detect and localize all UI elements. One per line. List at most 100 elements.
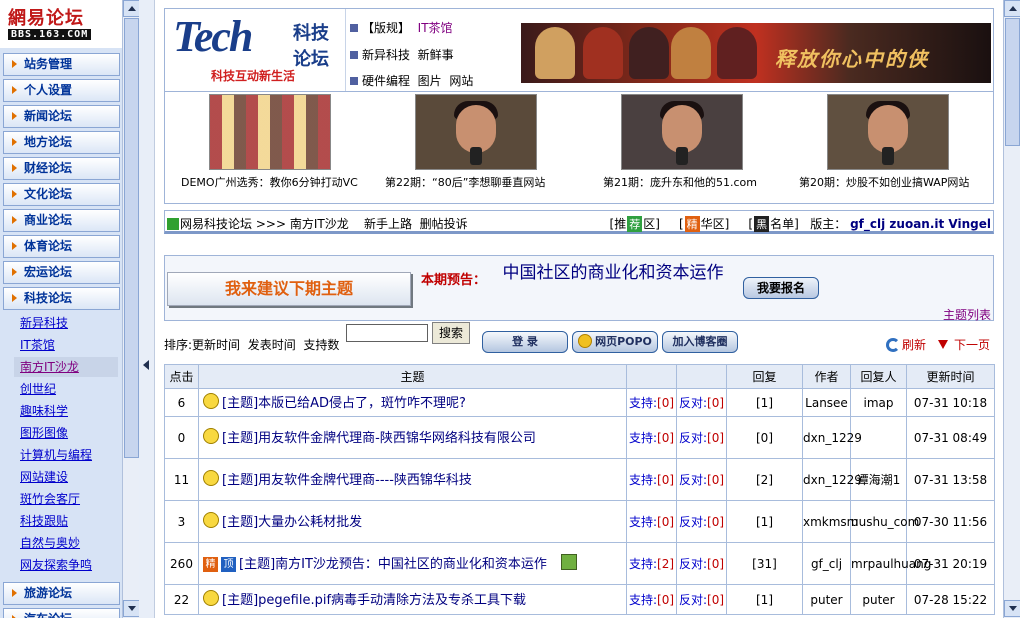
table-row[interactable]: 0 [主题]用友软件金牌代理商-陕西锦华网络科技有限公司 支持:[0] 反对:[0][… [164,416,995,459]
frame-splitter[interactable] [139,0,155,618]
topic-link[interactable]: [主题]用友软件金牌代理商----陕西锦华科技 [222,473,472,488]
sidebar-scroll-thumb[interactable] [124,18,139,458]
sidebar-subforum-link[interactable]: 科技跟贴 [14,511,118,531]
search-input[interactable] [346,324,428,342]
preview-topic[interactable]: 中国社区的商业化和资本运作 [495,262,731,284]
author-cell[interactable]: Lansee [802,388,851,417]
complain-link[interactable]: 删帖投诉 [420,217,468,231]
scroll-down-arrow-icon[interactable] [1004,600,1020,617]
search-button[interactable]: 搜索 [432,322,470,344]
breadcrumb-board[interactable]: 南方IT沙龙 [290,217,349,231]
sort-update-time[interactable]: 更新时间 [192,338,240,352]
signup-button[interactable]: 我要报名 [743,277,819,299]
support-cell[interactable]: 支持:[0] [626,458,677,501]
collapse-left-icon[interactable] [143,360,149,370]
replier-cell[interactable]: puter [850,584,907,615]
topic-list-link[interactable]: 主题列表 [943,306,991,323]
page-scroll-thumb[interactable] [1005,18,1020,146]
table-row[interactable]: 6 [主题]本版已给AD侵占了，斑竹咋不理呢? 支持:[0] 反对:[0] [1] Lan… [164,388,995,417]
support-cell[interactable]: 支持:[2] [626,542,677,585]
oppose-cell[interactable]: 反对:[0] [676,584,727,615]
replier-cell[interactable]: 谭海潮1 [850,458,907,501]
next-page-link[interactable]: 下一页 [938,336,990,353]
sidebar-category[interactable]: 财经论坛 [3,157,120,180]
topic-link[interactable]: [主题]本版已给AD侵占了，斑竹咋不理呢? [222,396,466,411]
netease-forum-logo[interactable]: 網易论坛 BBS.163.COM [0,0,122,48]
oppose-cell[interactable]: 反对:[0] [676,542,727,585]
author-cell[interactable]: gf_clj [802,542,851,585]
sidebar-category[interactable]: 汽车论坛 [3,608,120,618]
topic-link[interactable]: [主题]pegefile.pif病毒手动清除方法及专杀工具下载 [222,593,526,608]
breadcrumb-forum[interactable]: 网易科技论坛 [180,217,252,231]
newbie-link[interactable]: 新手上路 [364,217,412,231]
photo-caption[interactable]: 第20期：炒股不如创业搞WAP网站 [799,174,969,190]
subject-cell[interactable]: [主题]本版已给AD侵占了，斑竹咋不理呢? [198,388,627,417]
topic-link[interactable]: [主题]用友软件金牌代理商-陕西锦华网络科技有限公司 [222,431,536,446]
header-link-row[interactable]: 新异科技 新鲜事 [350,46,454,63]
oppose-cell[interactable]: 反对:[0] [676,500,727,543]
table-row[interactable]: 3 [主题]大量办公耗材批发 支持:[0] 反对:[0] [1] xmkmsm uushu_… [164,500,995,543]
sort-support[interactable]: 支持数 [303,338,339,352]
sidebar-scrollbar[interactable] [122,0,140,618]
sidebar-subforum-link[interactable]: 网站建设 [14,467,118,487]
sidebar-category[interactable]: 文化论坛 [3,183,120,206]
sidebar-subforum-link[interactable]: 网友探索争鸣 [14,555,118,575]
author-cell[interactable]: dxn_1229 [802,458,862,501]
sidebar-category[interactable]: 个人设置 [3,79,120,102]
scroll-up-arrow-icon[interactable] [123,0,140,17]
tech-forum-logo[interactable]: Tech 科技 论坛 科技互动新生活 [165,9,343,91]
photo-thumb[interactable] [209,94,331,170]
recommend-area-link[interactable]: [推荐区] [610,216,660,232]
sidebar-category[interactable]: 科技论坛 [3,287,120,310]
sidebar-subforum-link[interactable]: 自然与奥妙 [14,533,118,553]
oppose-cell[interactable]: 反对:[0] [676,388,727,417]
sidebar-subforum-link[interactable]: 南方IT沙龙 [14,357,118,377]
sidebar-category[interactable]: 地方论坛 [3,131,120,154]
scroll-up-arrow-icon[interactable] [1004,0,1020,17]
author-cell[interactable]: dxn_1229 [802,416,862,459]
replier-cell[interactable]: uushu_com [850,500,919,543]
photo-caption[interactable]: 第22期：“80后”李想聊垂直网站 [385,174,545,190]
popo-button[interactable]: 网页POPO [572,331,658,353]
photo-caption[interactable]: DEMO广州选秀：教你6分钟打动VC [181,174,358,190]
essence-area-link[interactable]: [精华区] [679,216,729,232]
table-row[interactable]: 22 [主题]pegefile.pif病毒手动清除方法及专杀工具下载 支持:[0] 反… [164,584,995,615]
subject-cell[interactable]: [主题]用友软件金牌代理商----陕西锦华科技 [198,458,627,501]
blacklist-link[interactable]: [黑名单] [748,216,799,232]
table-row[interactable]: 260 精顶 [主题]南方IT沙龙预告：中国社区的商业化和资本运作 支持:[2] 反对:… [164,542,995,585]
sidebar-category[interactable]: 新闻论坛 [3,105,120,128]
sidebar-subforum-link[interactable]: 趣味科学 [14,401,118,421]
page-scrollbar[interactable] [1003,0,1020,618]
topic-link[interactable]: [主题]南方IT沙龙预告：中国社区的商业化和资本运作 [239,557,547,572]
subject-cell[interactable]: [主题]用友软件金牌代理商-陕西锦华网络科技有限公司 [198,416,627,459]
oppose-cell[interactable]: 反对:[0] [676,416,727,459]
game-banner-ad[interactable]: 释放你心中的侠 [521,23,991,83]
author-cell[interactable]: xmkmsm [802,500,858,543]
subject-cell[interactable]: [主题]pegefile.pif病毒手动清除方法及专杀工具下载 [198,584,627,615]
sidebar-subforum-link[interactable]: 斑竹会客厅 [14,489,118,509]
replier-cell[interactable]: imap [850,388,907,417]
support-cell[interactable]: 支持:[0] [626,500,677,543]
login-button[interactable]: 登 录 [482,331,568,353]
author-cell[interactable]: puter [802,584,851,615]
topic-link[interactable]: [主题]大量办公耗材批发 [222,515,362,530]
sidebar-category[interactable]: 体育论坛 [3,235,120,258]
sidebar-subforum-link[interactable]: 创世纪 [14,379,118,399]
support-cell[interactable]: 支持:[0] [626,416,677,459]
support-cell[interactable]: 支持:[0] [626,388,677,417]
sidebar-subforum-link[interactable]: 新异科技 [14,313,118,333]
sidebar-category[interactable]: 商业论坛 [3,209,120,232]
header-link-row[interactable]: 【版规】 IT茶馆 [350,19,453,36]
table-row[interactable]: 11 [主题]用友软件金牌代理商----陕西锦华科技 支持:[0] 反对:[0] [2]… [164,458,995,501]
sidebar-subforum-link[interactable]: 计算机与编程 [14,445,118,465]
support-cell[interactable]: 支持:[0] [626,584,677,615]
replier-cell[interactable]: mrpaulhuang [850,542,931,585]
sidebar-category[interactable]: 站务管理 [3,53,120,76]
sidebar-category[interactable]: 旅游论坛 [3,582,120,605]
sort-post-time[interactable]: 发表时间 [248,338,296,352]
scroll-down-arrow-icon[interactable] [123,600,140,617]
sidebar-subforum-link[interactable]: 图形图像 [14,423,118,443]
subject-cell[interactable]: [主题]大量办公耗材批发 [198,500,627,543]
photo-thumb[interactable] [415,94,537,170]
moderators-list[interactable]: gf_clj zuoan.it Vingel [850,217,991,231]
